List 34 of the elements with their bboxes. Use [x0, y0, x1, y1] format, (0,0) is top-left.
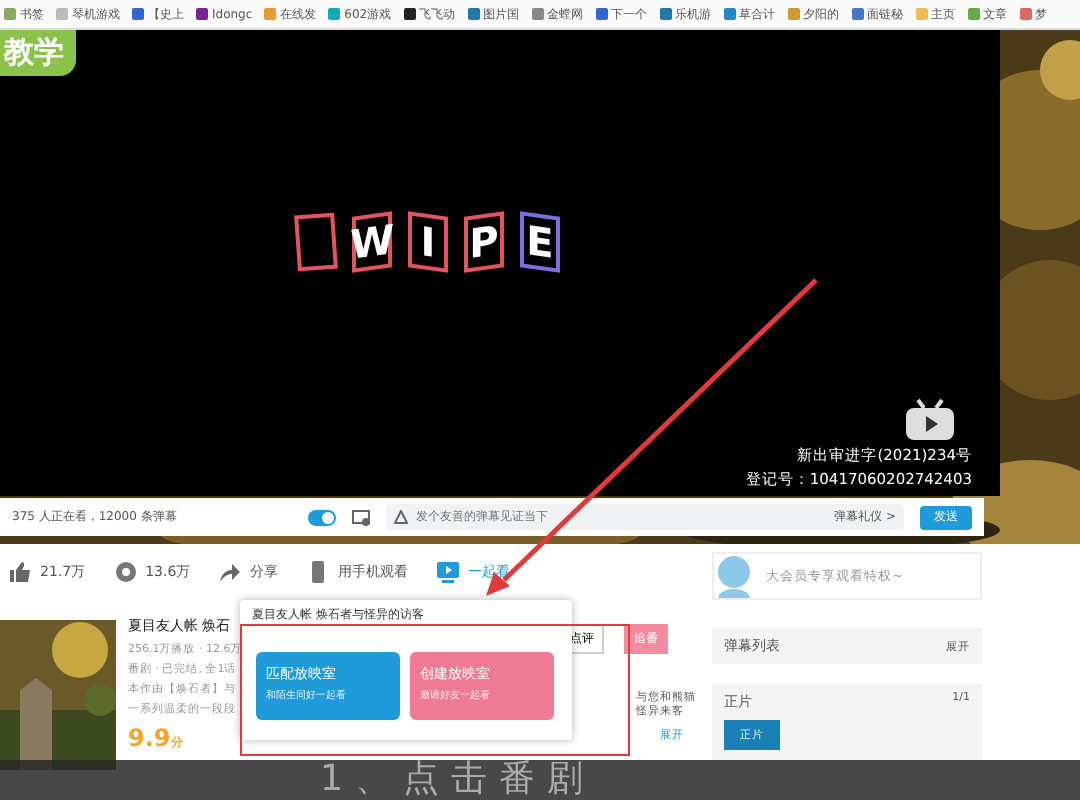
bookmark-icon [1019, 8, 1032, 20]
tv-icon [904, 398, 956, 442]
bookmark-icon [328, 8, 341, 20]
bookmark-icon [787, 8, 800, 20]
effect-letter: P [464, 211, 504, 273]
bookmark-icon [467, 8, 480, 20]
bookmark-icon [595, 8, 608, 20]
bookmark-icon [659, 8, 672, 20]
bookmark-icon [723, 8, 736, 20]
bookmark-icon [967, 8, 980, 20]
share-icon [218, 560, 243, 584]
screen-icon [436, 560, 461, 584]
bookmark-icon [403, 8, 416, 20]
caption-text: 1、点击番剧 [320, 760, 595, 800]
bookmark-icon [264, 8, 277, 20]
effect-letter: E [520, 211, 560, 273]
bookmark-icon [531, 8, 544, 20]
bookmark-icon [132, 8, 144, 20]
like-icon [8, 560, 32, 584]
score-value: 9.9 [128, 724, 171, 752]
logo-badge: 教学 [0, 30, 76, 76]
settings-icon[interactable] [352, 509, 370, 525]
warning-icon [394, 510, 408, 524]
avatar-icon [714, 554, 754, 598]
bookmark-icon [851, 8, 864, 20]
danmaku-toggle[interactable] [308, 509, 336, 525]
bookmark-icon [915, 8, 928, 20]
bookmark-icon [56, 8, 68, 20]
bookmark-icon [196, 8, 208, 20]
effect-letter: I [408, 211, 448, 273]
effect-letter: W [352, 211, 392, 273]
frame-icon [294, 212, 338, 272]
coin-icon [113, 560, 138, 584]
bookmark-icon [4, 8, 16, 20]
